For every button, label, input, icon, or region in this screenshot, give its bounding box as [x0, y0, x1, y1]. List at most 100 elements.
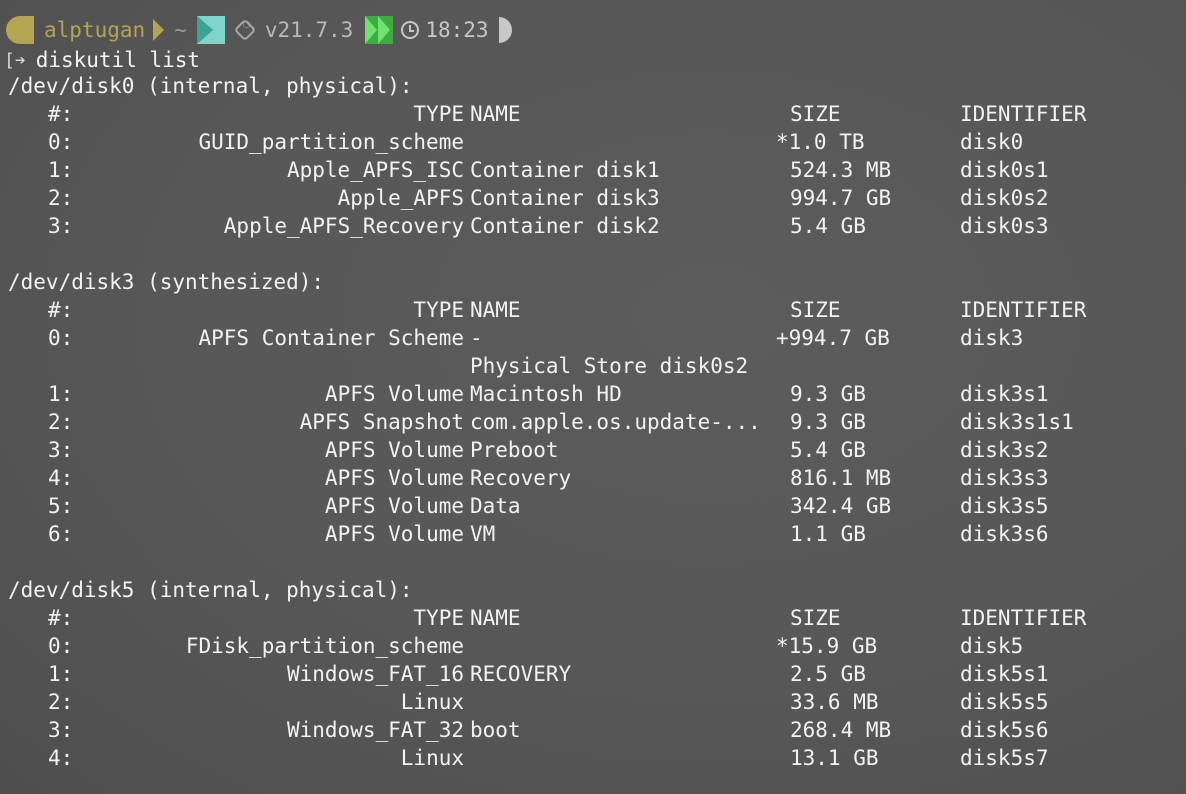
row-type: FDisk_partition_scheme	[185, 634, 464, 658]
table-row: 3: Windows_FAT_32 boot 268.4 MB disk5s6	[8, 716, 1178, 744]
row-name: Physical Store disk0s2	[470, 354, 749, 378]
header-name: NAME	[470, 298, 521, 322]
prompt-time: 18:23	[425, 18, 489, 42]
header-identifier: IDENTIFIER	[960, 102, 1087, 126]
row-size: 816.1 MB	[790, 466, 892, 490]
row-identifier: disk3s2	[960, 438, 1049, 462]
header-identifier: IDENTIFIER	[960, 298, 1087, 322]
row-size: 9.3 GB	[790, 410, 866, 434]
row-type: Linux	[400, 690, 464, 714]
table-row: 2: Linux 33.6 MB disk5s5	[8, 688, 1178, 716]
row-index: 2:	[48, 410, 74, 434]
row-name: com.apple.os.update-...	[470, 410, 761, 434]
header-index: #:	[48, 298, 74, 322]
command-line[interactable]: [➔ diskutil list	[4, 46, 200, 74]
table-header-row: #: TYPE NAME SIZE IDENTIFIER	[8, 296, 1178, 324]
row-name: Container disk1	[470, 158, 660, 182]
row-size: 2.5 GB	[790, 662, 866, 686]
row-size: +994.7 GB	[776, 326, 890, 350]
row-index: 4:	[48, 466, 74, 490]
row-identifier: disk5	[960, 634, 1024, 658]
row-type: APFS Container Scheme	[198, 326, 464, 350]
row-name: Container disk2	[470, 214, 660, 238]
header-name: NAME	[470, 606, 521, 630]
disk-title: /dev/disk5 (internal, physical):	[8, 576, 1178, 604]
table-row: 6: APFS Volume VM 1.1 GB disk3s6	[8, 520, 1178, 548]
row-identifier: disk0s3	[960, 214, 1049, 238]
row-type: Apple_APFS	[337, 186, 464, 210]
row-identifier: disk3s3	[960, 466, 1049, 490]
table-row: 3: Apple_APFS_Recovery Container disk2 5.4 …	[8, 212, 1178, 240]
node-icon	[233, 18, 257, 42]
header-type: TYPE	[413, 606, 464, 630]
command-text: diskutil list	[35, 48, 201, 72]
row-size: 342.4 GB	[790, 494, 892, 518]
row-size: 268.4 MB	[790, 718, 892, 742]
row-name: Recovery	[470, 466, 572, 490]
row-index: 6:	[48, 522, 74, 546]
row-identifier: disk0s2	[960, 186, 1049, 210]
row-identifier: disk5s1	[960, 662, 1049, 686]
row-index: 1:	[48, 158, 74, 182]
row-name: Container disk3	[470, 186, 660, 210]
prompt-node-version: v21.7.3	[264, 18, 354, 42]
apple-icon	[6, 16, 34, 44]
table-row: 0: FDisk_partition_scheme *15.9 GB disk5	[8, 632, 1178, 660]
row-identifier: disk5s7	[960, 746, 1049, 770]
row-index: 0:	[48, 130, 74, 154]
table-row: 0: GUID_partition_scheme *1.0 TB disk0	[8, 128, 1178, 156]
table-row: 1: Apple_APFS_ISC Container disk1 524.3 MB d…	[8, 156, 1178, 184]
table-row: 0: APFS Container Scheme - +994.7 GB disk3	[8, 324, 1178, 352]
row-identifier: disk0	[960, 130, 1024, 154]
row-index: 3:	[48, 718, 74, 742]
disk-title: /dev/disk3 (synthesized):	[8, 268, 1178, 296]
row-name: -	[470, 326, 483, 350]
table-row: 5: APFS Volume Data 342.4 GB disk3s5	[8, 492, 1178, 520]
row-type: Apple_APFS_ISC	[286, 158, 464, 182]
row-name: Macintosh HD	[470, 382, 622, 406]
segment-separator-icon	[153, 19, 165, 41]
row-index: 2:	[48, 186, 74, 210]
row-size: 5.4 GB	[790, 438, 866, 462]
row-type: Linux	[400, 746, 464, 770]
header-index: #:	[48, 606, 74, 630]
terminal-window[interactable]: alptugan ~ v21.7.3 18:23 [➔ diskutil lis…	[0, 0, 1186, 794]
row-identifier: disk3s6	[960, 522, 1049, 546]
row-name: Preboot	[470, 438, 559, 462]
row-size: *15.9 GB	[776, 634, 878, 658]
row-size: 5.4 GB	[790, 214, 866, 238]
row-type: APFS Snapshot	[299, 410, 464, 434]
row-identifier: disk5s5	[960, 690, 1049, 714]
row-identifier: disk3	[960, 326, 1024, 350]
row-size: *1.0 TB	[776, 130, 865, 154]
shell-prompt: alptugan ~ v21.7.3 18:23	[6, 14, 512, 46]
row-identifier: disk3s1	[960, 382, 1049, 406]
row-size: 994.7 GB	[790, 186, 892, 210]
row-name: VM	[470, 522, 496, 546]
table-row: 1: Windows_FAT_16 RECOVERY 2.5 GB disk5s1	[8, 660, 1178, 688]
table-row: 2: Apple_APFS Container disk3 994.7 GB disk0…	[8, 184, 1178, 212]
segment-separator-icon	[196, 16, 225, 44]
table-header-row: #: TYPE NAME SIZE IDENTIFIER	[8, 100, 1178, 128]
disk-title-text: /dev/disk3 (synthesized):	[8, 270, 325, 294]
row-size: 9.3 GB	[790, 382, 866, 406]
header-size: SIZE	[790, 298, 841, 322]
row-index: 4:	[48, 746, 74, 770]
header-name: NAME	[470, 102, 521, 126]
command-output: /dev/disk0 (internal, physical): #: TYPE NA…	[8, 72, 1178, 772]
row-index: 1:	[48, 662, 74, 686]
disk-title-text: /dev/disk5 (internal, physical):	[8, 578, 413, 602]
header-identifier: IDENTIFIER	[960, 606, 1087, 630]
row-type: APFS Volume	[324, 438, 464, 462]
prompt-user: alptugan	[44, 18, 146, 42]
row-index: 1:	[48, 382, 74, 406]
table-row: 4: Linux 13.1 GB disk5s7	[8, 744, 1178, 772]
table-row: 4: APFS Volume Recovery 816.1 MB disk3s3	[8, 464, 1178, 492]
header-index: #:	[48, 102, 74, 126]
row-index: 3:	[48, 438, 74, 462]
row-size: 33.6 MB	[790, 690, 879, 714]
row-type: Windows_FAT_32	[286, 718, 464, 742]
row-identifier: disk3s5	[960, 494, 1049, 518]
row-type: APFS Volume	[324, 522, 464, 546]
